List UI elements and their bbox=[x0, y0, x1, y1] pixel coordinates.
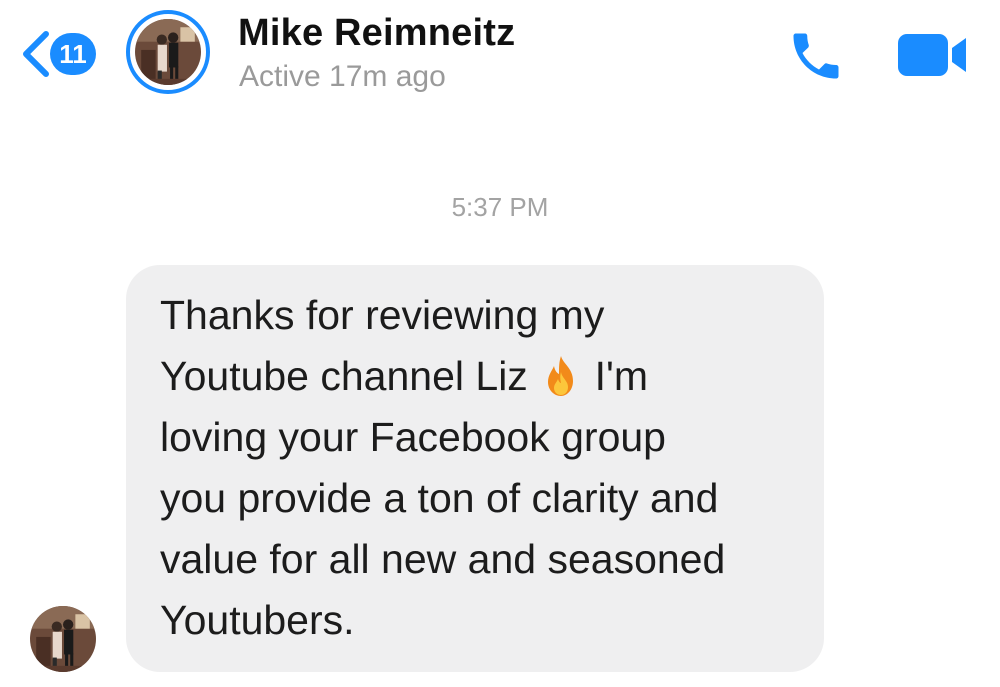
phone-icon[interactable] bbox=[786, 26, 846, 86]
fire-icon bbox=[548, 356, 574, 396]
active-status: Active 17m ago bbox=[239, 60, 446, 93]
contact-name[interactable]: Mike Reimneitz bbox=[238, 12, 515, 55]
message-text: Thanks for reviewing my Youtube channel … bbox=[160, 285, 794, 651]
video-camera-icon[interactable] bbox=[898, 32, 968, 78]
contact-avatar[interactable] bbox=[126, 10, 210, 94]
avatar-photo bbox=[135, 19, 201, 85]
back-button[interactable]: 11 bbox=[16, 28, 96, 80]
sender-avatar[interactable] bbox=[30, 606, 96, 672]
messenger-chat-screen: 11 Mike Reimneitz Active 17m ago 5:37 PM… bbox=[0, 0, 1000, 687]
message-bubble[interactable]: Thanks for reviewing my Youtube channel … bbox=[126, 265, 824, 672]
sender-avatar-photo bbox=[30, 606, 96, 672]
unread-count-badge: 11 bbox=[50, 33, 96, 75]
message-text-part-1: Thanks for reviewing my Youtube channel … bbox=[160, 292, 605, 399]
message-timestamp: 5:37 PM bbox=[451, 192, 549, 222]
